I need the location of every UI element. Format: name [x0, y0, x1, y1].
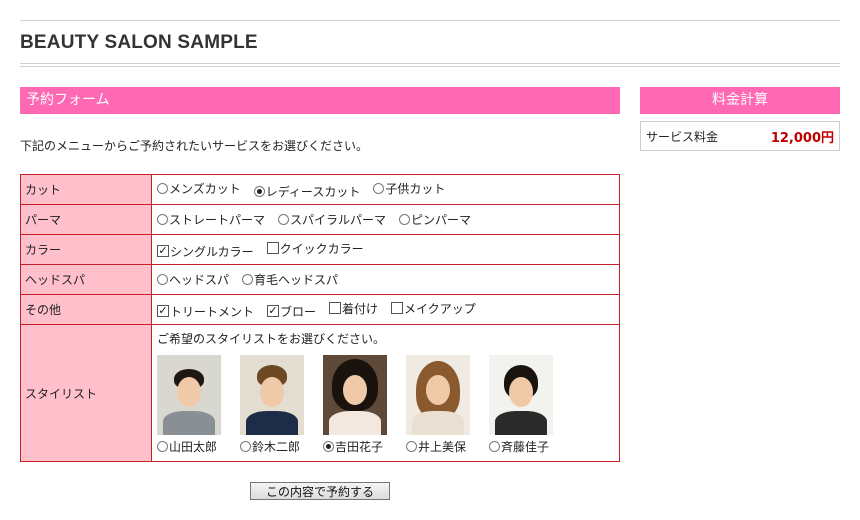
row-label: カラー	[20, 234, 152, 265]
form-row: ヘッドスパ ヘッドスパ 育毛ヘッドスパ	[20, 264, 620, 295]
stylist-options: ご希望のスタイリストをお選びください。山田太郎 鈴木二郎 吉田花子 井上美保 斉藤佳子	[151, 324, 620, 462]
site-title: BEAUTY SALON SAMPLE	[20, 32, 258, 53]
option-label: メイクアップ	[404, 301, 476, 316]
radio-button[interactable]	[253, 185, 265, 197]
stylist-photo[interactable]	[323, 354, 387, 435]
radio-button[interactable]	[157, 274, 168, 285]
radio-option[interactable]: 鈴木二郎	[240, 438, 305, 455]
row-options: ヘッドスパ 育毛ヘッドスパ	[151, 264, 620, 295]
option-label: レディースカット	[265, 184, 361, 199]
radio-option[interactable]: 子供カット	[373, 180, 445, 197]
radio-button[interactable]	[399, 214, 411, 225]
stylist-name: 吉田花子	[335, 439, 384, 454]
radio-button[interactable]	[157, 440, 168, 452]
stylist-card[interactable]: 吉田花子	[323, 354, 388, 455]
checkbox[interactable]	[329, 302, 342, 314]
row-options: メンズカット レディースカット 子供カット	[151, 174, 620, 205]
option-label: クイックカラー	[279, 241, 364, 256]
option-label: 着付け	[342, 301, 379, 316]
radio-option[interactable]: 山田太郎	[157, 438, 222, 455]
form-row: その他 ✓ トリートメント ✓ ブロー 着付け メイクアップ	[20, 294, 620, 325]
stylist-photo[interactable]	[240, 354, 304, 435]
checkbox-option[interactable]: 着付け	[329, 300, 378, 317]
form-heading: 予約フォーム	[20, 87, 620, 114]
row-options: ストレートパーマ スパイラルパーマ ピンパーマ	[151, 204, 620, 235]
checkbox[interactable]	[391, 302, 404, 314]
header-rule-bottom	[20, 63, 840, 67]
radio-option[interactable]: 吉田花子	[323, 438, 388, 455]
stylist-card[interactable]: 山田太郎	[157, 354, 222, 455]
price-value: 12,000円	[770, 130, 834, 146]
option-label: スパイラルパーマ	[290, 213, 387, 227]
stylist-name: 山田太郎	[169, 439, 218, 454]
radio-option[interactable]: 育毛ヘッドスパ	[242, 271, 338, 288]
submit-button[interactable]: この内容で予約する	[250, 482, 390, 500]
radio-button[interactable]	[157, 214, 168, 225]
checkbox-option[interactable]: ✓ ブロー	[267, 303, 316, 320]
stylist-photo[interactable]	[406, 354, 470, 435]
row-label: その他	[20, 294, 152, 325]
stylist-list: 山田太郎 鈴木二郎 吉田花子 井上美保 斉藤佳子	[157, 354, 618, 455]
stylist-name: 鈴木二郎	[252, 439, 301, 454]
radio-button[interactable]	[323, 440, 334, 452]
stylist-card[interactable]: 斉藤佳子	[489, 354, 554, 455]
row-label: カット	[20, 174, 152, 205]
checkbox-option[interactable]: ✓ トリートメント	[157, 303, 254, 320]
checkbox-option[interactable]: ✓ シングルカラー	[157, 243, 254, 260]
form-row: パーマ ストレートパーマ スパイラルパーマ ピンパーマ	[20, 204, 620, 235]
option-label: ヘッドスパ	[169, 273, 230, 287]
row-label: スタイリスト	[20, 324, 152, 462]
stylist-prompt: ご希望のスタイリストをお選びください。	[157, 331, 386, 346]
row-options: ✓ シングルカラー クイックカラー	[151, 234, 620, 265]
stylist-name: 斉藤佳子	[501, 439, 550, 454]
radio-button[interactable]	[406, 440, 417, 452]
stylist-card[interactable]: 鈴木二郎	[240, 354, 305, 455]
stylist-name: 井上美保	[418, 439, 467, 454]
form-row-stylist: スタイリスト ご希望のスタイリストをお選びください。山田太郎 鈴木二郎 吉田花子 井上美…	[20, 324, 620, 462]
radio-option[interactable]: ストレートパーマ	[157, 211, 265, 228]
checkbox[interactable]: ✓	[267, 305, 280, 317]
option-label: メンズカット	[169, 181, 241, 196]
row-label: パーマ	[20, 204, 152, 235]
form-intro: 下記のメニューからご予約されたいサービスをお選びください。	[20, 139, 369, 153]
header-rule-top	[20, 20, 840, 21]
radio-option[interactable]: メンズカット	[157, 180, 241, 197]
radio-option[interactable]: ピンパーマ	[399, 211, 471, 228]
option-label: 育毛ヘッドスパ	[254, 273, 339, 287]
option-label: トリートメント	[170, 304, 255, 319]
radio-button[interactable]	[489, 440, 500, 452]
checkbox[interactable]	[266, 242, 279, 254]
radio-option[interactable]: 斉藤佳子	[489, 438, 554, 455]
stylist-card[interactable]: 井上美保	[406, 354, 471, 455]
option-label: ストレートパーマ	[169, 213, 266, 227]
radio-option[interactable]: スパイラルパーマ	[278, 211, 386, 228]
checkbox-option[interactable]: クイックカラー	[266, 240, 364, 257]
price-label: サービス料金	[646, 129, 719, 144]
price-box: サービス料金 12,000円	[640, 121, 840, 151]
radio-button[interactable]	[278, 214, 290, 225]
form-row: カラー ✓ シングルカラー クイックカラー	[20, 234, 620, 265]
radio-option[interactable]: ヘッドスパ	[157, 271, 229, 288]
row-options: ✓ トリートメント ✓ ブロー 着付け メイクアップ	[151, 294, 620, 325]
radio-button[interactable]	[242, 274, 254, 285]
radio-button[interactable]	[240, 440, 251, 452]
option-label: ブロー	[280, 304, 317, 319]
form-row: カット メンズカット レディースカット 子供カット	[20, 174, 620, 205]
checkbox-option[interactable]: メイクアップ	[391, 300, 476, 317]
option-label: ピンパーマ	[411, 213, 472, 227]
checkbox[interactable]: ✓	[157, 305, 169, 317]
stylist-photo[interactable]	[157, 354, 221, 435]
radio-button[interactable]	[373, 182, 385, 194]
radio-option[interactable]: 井上美保	[406, 438, 471, 455]
radio-button[interactable]	[157, 182, 168, 194]
reservation-table: カット メンズカット レディースカット 子供カットパーマ ストレートパーマ スパイラルパー…	[20, 174, 620, 462]
calc-heading: 料金計算	[640, 87, 840, 114]
option-label: 子供カット	[385, 181, 446, 196]
row-label: ヘッドスパ	[20, 264, 152, 295]
stylist-photo[interactable]	[489, 354, 553, 435]
option-label: シングルカラー	[170, 244, 254, 259]
checkbox[interactable]: ✓	[157, 245, 169, 257]
radio-option[interactable]: レディースカット	[253, 183, 361, 200]
